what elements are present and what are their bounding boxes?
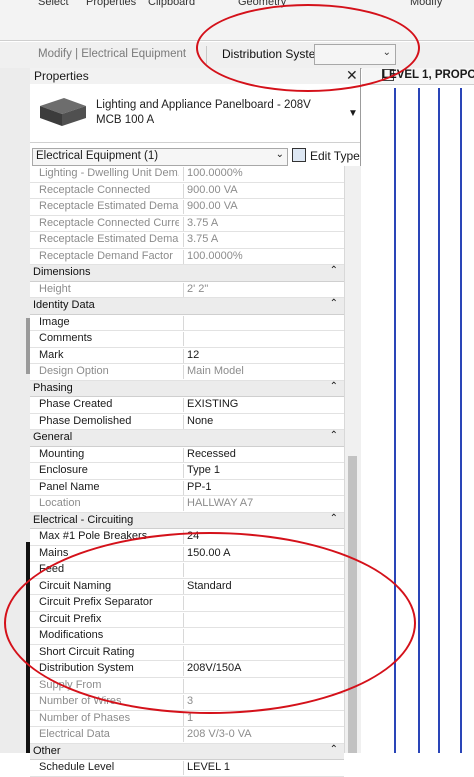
property-value: 900.00 VA — [183, 200, 345, 214]
collapse-icon[interactable]: ⌃ — [330, 430, 338, 441]
property-label: Mounting — [39, 447, 85, 460]
property-row[interactable]: Comments — [30, 331, 344, 348]
collapse-icon[interactable]: ⌃ — [330, 265, 338, 276]
property-label: Dimensions — [33, 266, 91, 278]
chevron-down-icon: ⌄ — [275, 149, 284, 160]
property-row[interactable]: Receptacle Estimated Demand 900.00 VA — [30, 199, 344, 216]
section-header[interactable]: Electrical - Circuiting ⌃ — [30, 512, 344, 529]
property-row[interactable]: Receptacle Connected 900.00 VA — [30, 183, 345, 199]
property-label: Comments — [39, 332, 93, 344]
property-value[interactable]: PP-1 — [183, 480, 345, 495]
wire-line — [418, 88, 420, 753]
properties-title: Properties — [34, 69, 89, 83]
property-label: Mark — [39, 348, 64, 361]
property-label: Lighting - Dwelling Unit Dem... — [39, 167, 179, 179]
edit-type-label: Edit Type — [310, 149, 360, 163]
property-value: 100.0000% — [183, 249, 345, 264]
property-value[interactable]: Recessed — [183, 447, 345, 462]
property-value: 2' 2" — [183, 282, 345, 297]
property-label: Receptacle Connected — [39, 183, 151, 196]
section-header[interactable]: General ⌃ — [30, 430, 344, 447]
collapse-icon[interactable]: ⌃ — [330, 298, 338, 309]
property-row[interactable]: Receptacle Connected Current 3.75 A — [30, 216, 345, 232]
ribbon-tab-properties[interactable]: Properties — [86, 0, 136, 8]
property-row[interactable]: Schedule Level LEVEL 1 — [30, 760, 344, 777]
property-label: Electrical Data — [39, 728, 110, 740]
type-selector[interactable]: Lighting and Appliance Panelboard - 208V… — [30, 84, 360, 143]
property-label: Enclosure — [39, 464, 88, 476]
property-value: 3.75 A — [183, 216, 345, 231]
ribbon-tab-select[interactable]: Select — [38, 0, 69, 8]
property-label: Other — [33, 744, 61, 757]
property-label: Location — [39, 497, 81, 509]
property-value: HALLWAY A7 — [183, 497, 345, 511]
context-label: Modify | Electrical Equipment — [38, 48, 187, 60]
property-value[interactable] — [183, 332, 345, 346]
property-label: Number of Phases — [39, 711, 131, 724]
property-value: Main Model — [183, 365, 345, 379]
collapse-icon[interactable]: ⌃ — [330, 513, 338, 524]
property-row[interactable]: Receptacle Estimated Deman... 3.75 A — [30, 232, 344, 249]
type-name: Lighting and Appliance Panelboard - 208V… — [96, 99, 311, 126]
annotation-ellipse-top — [196, 4, 420, 92]
property-row[interactable]: Panel Name PP-1 — [30, 480, 345, 496]
wire-line — [460, 88, 462, 753]
property-row[interactable]: Phase Demolished None — [30, 414, 345, 430]
property-label: Panel Name — [39, 480, 100, 493]
property-label: General — [33, 431, 73, 443]
property-value: 3.75 A — [183, 233, 345, 247]
property-label: Receptacle Estimated Demand — [39, 200, 179, 212]
property-row[interactable]: Design Option Main Model — [30, 364, 344, 381]
property-row[interactable]: Mounting Recessed — [30, 447, 345, 463]
section-header[interactable]: Dimensions ⌃ — [30, 265, 344, 282]
chevron-down-icon[interactable]: ▼ — [348, 108, 358, 119]
property-row[interactable]: Location HALLWAY A7 — [30, 496, 344, 513]
property-value[interactable]: 12 — [183, 348, 345, 363]
edit-type-icon — [292, 148, 306, 162]
property-value: 100.0000% — [183, 167, 345, 181]
property-row[interactable]: Lighting - Dwelling Unit Dem... 100.0000% — [30, 166, 344, 183]
property-label: Schedule Level — [39, 761, 115, 773]
property-label: Height — [39, 282, 71, 295]
property-label: Receptacle Connected Current — [39, 216, 179, 229]
property-label: Design Option — [39, 365, 109, 377]
section-header[interactable]: Identity Data ⌃ — [30, 298, 344, 315]
property-row[interactable]: Mark 12 — [30, 348, 345, 364]
ribbon-tab-modify[interactable]: Modify — [410, 0, 442, 8]
edit-type-button[interactable]: Edit Type — [292, 148, 360, 163]
property-row[interactable]: Image — [30, 315, 345, 331]
property-value[interactable] — [183, 315, 345, 330]
property-value[interactable]: EXISTING — [183, 398, 345, 412]
property-value: 208 V/3-0 VA — [183, 728, 345, 742]
collapse-icon[interactable]: ⌃ — [330, 381, 338, 392]
property-label: Image — [39, 315, 70, 328]
property-label: Receptacle Demand Factor — [39, 249, 173, 262]
property-label: Phase Demolished — [39, 414, 132, 427]
property-row[interactable]: Electrical Data 208 V/3-0 VA — [30, 727, 344, 744]
annotation-ellipse-bottom — [4, 532, 416, 714]
property-value[interactable]: None — [183, 414, 345, 429]
property-label: Receptacle Estimated Deman... — [39, 233, 179, 245]
property-label: Phase Created — [39, 398, 113, 410]
property-value[interactable]: Type 1 — [183, 464, 345, 478]
wire-line — [438, 88, 440, 753]
ribbon-tabs: Select Properties Clipboard Geometry Mod… — [0, 0, 474, 14]
instance-filter-value: Electrical Equipment (1) — [36, 150, 159, 162]
property-label: Phasing — [33, 381, 73, 394]
property-label: Electrical - Circuiting — [33, 513, 134, 526]
property-row[interactable]: Height 2' 2" — [30, 282, 345, 298]
section-header[interactable]: Phasing ⌃ — [30, 380, 344, 397]
section-header[interactable]: Other ⌃ — [30, 743, 344, 760]
property-value: 900.00 VA — [183, 183, 345, 198]
panelboard-thumbnail-icon — [34, 88, 90, 138]
property-value[interactable]: LEVEL 1 — [183, 761, 345, 775]
ribbon-tab-clipboard[interactable]: Clipboard — [148, 0, 195, 8]
property-row[interactable]: Receptacle Demand Factor 100.0000% — [30, 249, 345, 265]
property-row[interactable]: Phase Created EXISTING — [30, 397, 344, 414]
instance-filter-select[interactable]: Electrical Equipment (1) ⌄ — [32, 148, 288, 166]
property-label: Identity Data — [33, 299, 95, 311]
property-row[interactable]: Enclosure Type 1 — [30, 463, 344, 480]
